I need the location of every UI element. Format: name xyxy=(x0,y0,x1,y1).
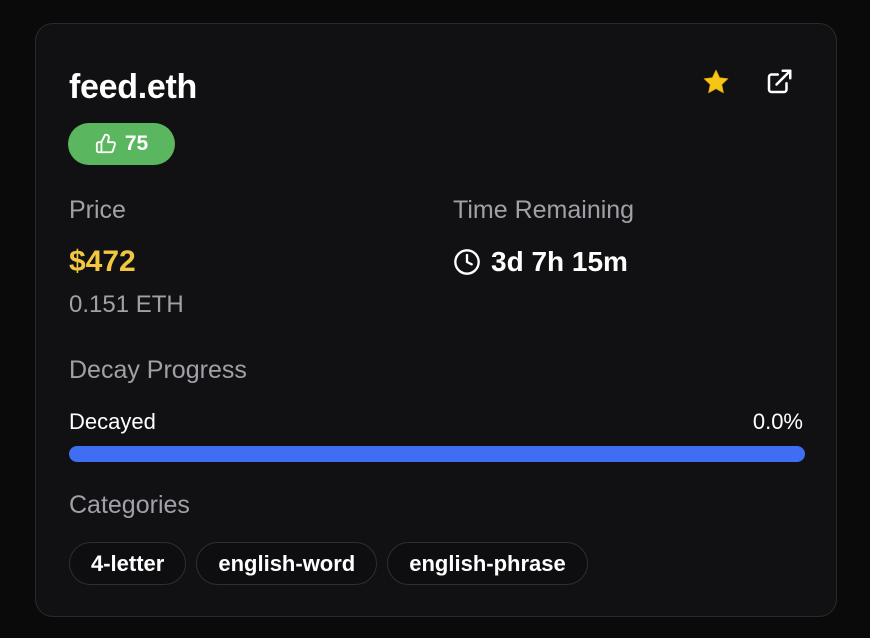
time-remaining-value: 3d 7h 15m xyxy=(491,246,628,277)
category-tag[interactable]: english-word xyxy=(196,542,378,585)
clock-icon xyxy=(454,249,480,275)
thumbs-up-icon xyxy=(95,133,116,154)
time-remaining-label: Time Remaining xyxy=(453,196,635,224)
category-tags: 4-letter english-word english-phrase xyxy=(69,542,588,585)
category-tag[interactable]: 4-letter xyxy=(69,542,187,585)
categories-label: Categories xyxy=(69,491,190,519)
domain-title: feed.eth xyxy=(69,68,197,106)
open-external-button[interactable] xyxy=(763,66,795,98)
time-remaining: 3d 7h 15m xyxy=(453,246,628,278)
likes-count: 75 xyxy=(124,132,149,155)
decay-progress-label: Decay Progress xyxy=(69,356,247,384)
external-link-icon xyxy=(767,69,792,94)
favorite-button[interactable] xyxy=(700,66,732,98)
price-usd: $472 xyxy=(69,245,136,278)
decayed-label: Decayed xyxy=(69,409,156,434)
decay-progress-bar xyxy=(69,446,805,462)
decay-percent: 0.0% xyxy=(752,409,803,434)
domain-card: feed.eth 75 Price $472 0.151 ETH Time Re… xyxy=(35,23,837,617)
likes-badge[interactable]: 75 xyxy=(68,123,175,165)
category-tag[interactable]: english-phrase xyxy=(387,542,588,585)
price-label: Price xyxy=(69,196,126,224)
star-icon xyxy=(703,69,729,94)
price-eth: 0.151 ETH xyxy=(69,291,184,318)
